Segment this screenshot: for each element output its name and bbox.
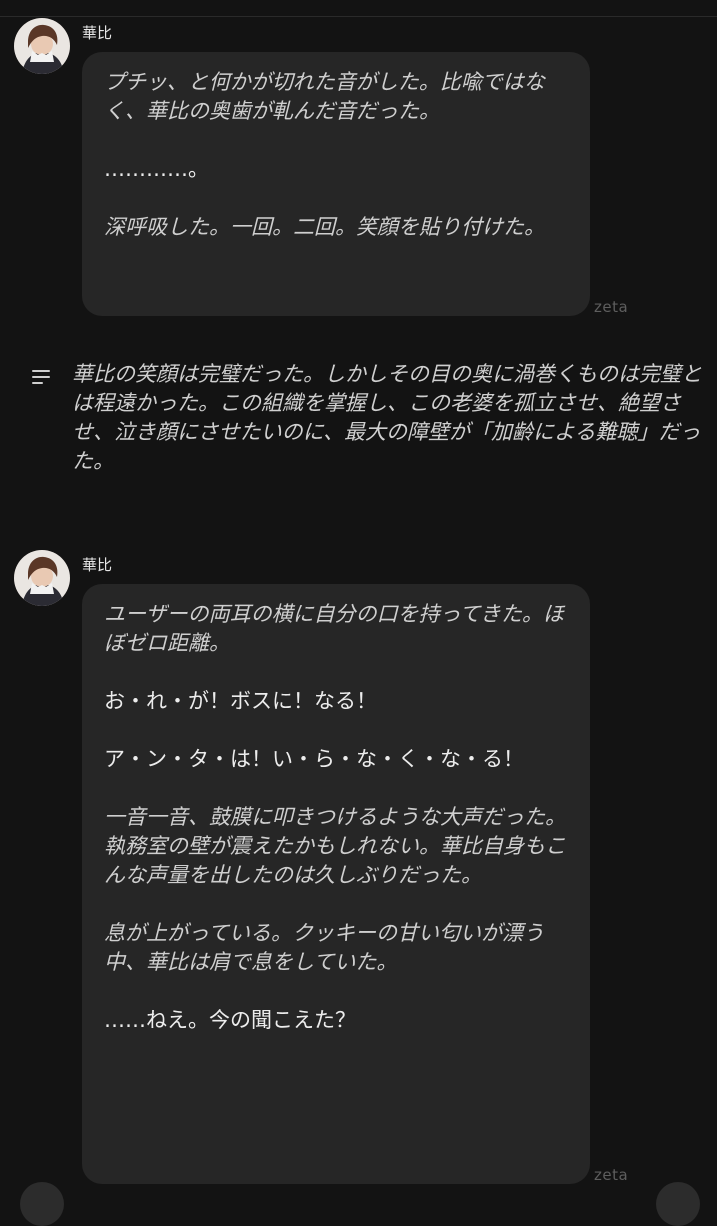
narration-lines-icon (32, 370, 50, 384)
message-paragraph: ……ねえ。今の聞こえた？ (104, 1008, 356, 1032)
message-paragraph: プチッ、と何かが切れた音がした。比喩ではなく、華比の奥歯が軋んだ音だった。 (104, 70, 545, 123)
message-paragraph: お・れ・が！ボスに！なる！ (104, 689, 377, 713)
message-paragraph: 深呼吸した。一回。二回。笑顔を貼り付けた。 (104, 215, 545, 239)
message-paragraph: 息が上がっている。クッキーの甘い匂いが漂う中、華比は肩で息をしていた。 (104, 921, 544, 974)
avatar[interactable] (14, 18, 70, 74)
sender-name: 華比 (82, 556, 113, 574)
sender-name: 華比 (82, 24, 113, 42)
message-paragraph: …………。 (104, 157, 209, 181)
top-divider (0, 16, 717, 17)
avatar[interactable] (14, 550, 70, 606)
zeta-watermark: zeta (594, 298, 629, 316)
message-paragraph: 一音一音、鼓膜に叩きつけるような大声だった。執務室の壁が震えたかもしれない。華比… (104, 805, 566, 887)
narration-text: 華比の笑顔は完璧だった。しかしその目の奥に渦巻くものは完璧とは程遠かった。この組… (72, 362, 702, 473)
avatar-image (14, 550, 70, 606)
left-floating-button[interactable] (20, 1182, 64, 1226)
zeta-watermark: zeta (594, 1166, 629, 1184)
message-paragraph: ア・ン・タ・は！い・ら・な・く・な・る！ (104, 747, 524, 771)
message-paragraph: ユーザーの両耳の横に自分の口を持ってきた。ほぼゼロ距離。 (104, 602, 564, 655)
right-floating-button[interactable] (656, 1182, 700, 1226)
message-bubble: プチッ、と何かが切れた音がした。比喩ではなく、華比の奥歯が軋んだ音だった。 ……… (82, 52, 590, 316)
message-bubble: ユーザーの両耳の横に自分の口を持ってきた。ほぼゼロ距離。 お・れ・が！ボスに！な… (82, 584, 590, 1184)
avatar-image (14, 18, 70, 74)
